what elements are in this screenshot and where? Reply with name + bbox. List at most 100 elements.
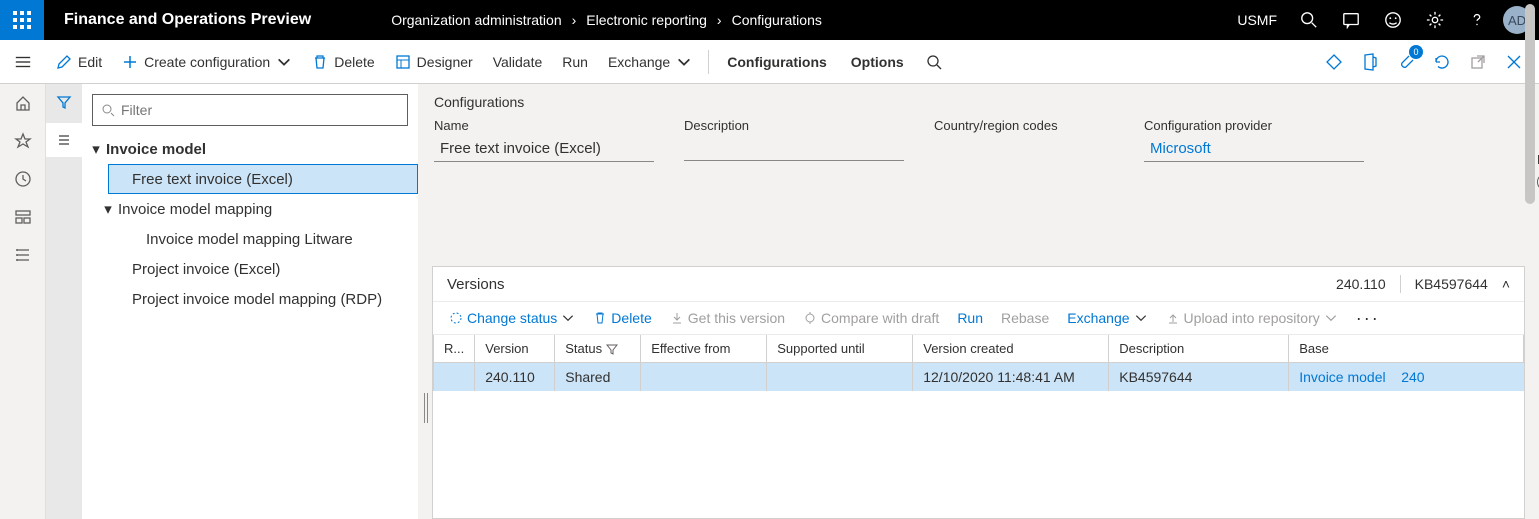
chat-icon[interactable] bbox=[1331, 0, 1371, 40]
base-link[interactable]: Invoice model bbox=[1299, 369, 1385, 385]
help-icon[interactable] bbox=[1457, 0, 1497, 40]
diamond-icon[interactable] bbox=[1319, 47, 1349, 77]
company-code[interactable]: USMF bbox=[1227, 12, 1287, 28]
provider-value[interactable]: Microsoft bbox=[1144, 137, 1364, 162]
tree-tab-strip bbox=[46, 84, 82, 519]
popout-icon[interactable] bbox=[1463, 47, 1493, 77]
nav-toggle-icon[interactable] bbox=[0, 40, 46, 84]
filter-field[interactable] bbox=[121, 102, 399, 118]
version-exchange-label: Exchange bbox=[1067, 310, 1129, 326]
scrollbar[interactable] bbox=[1525, 84, 1535, 519]
home-icon[interactable] bbox=[0, 84, 46, 122]
version-delete-label: Delete bbox=[611, 310, 651, 326]
col-version-created[interactable]: Version created bbox=[913, 335, 1109, 363]
cell-base: Invoice model 240 bbox=[1289, 363, 1524, 392]
version-run-button[interactable]: Run bbox=[951, 306, 989, 330]
refresh-icon[interactable] bbox=[1427, 47, 1457, 77]
designer-button[interactable]: Designer bbox=[385, 40, 483, 84]
edit-button[interactable]: Edit bbox=[46, 40, 112, 84]
modules-icon[interactable] bbox=[0, 236, 46, 274]
search-icon bbox=[101, 103, 115, 117]
find-button[interactable] bbox=[916, 40, 952, 84]
filter-icon[interactable] bbox=[56, 84, 72, 123]
tree-item-project-invoice-model-mapping-rdp[interactable]: Project invoice model mapping (RDP) bbox=[108, 284, 418, 314]
office-icon[interactable] bbox=[1355, 47, 1385, 77]
breadcrumb-item[interactable]: Organization administration bbox=[391, 12, 561, 28]
cell-status: Shared bbox=[555, 363, 641, 392]
tree-label: Invoice model bbox=[106, 141, 206, 158]
separator bbox=[1400, 275, 1401, 293]
action-bar: Edit Create configuration Delete Designe… bbox=[0, 40, 1539, 84]
delete-label: Delete bbox=[334, 54, 374, 70]
tree-item-project-invoice-excel[interactable]: Project invoice (Excel) bbox=[108, 254, 418, 284]
chevron-down-icon bbox=[1134, 311, 1148, 325]
exchange-button[interactable]: Exchange bbox=[598, 40, 702, 84]
splitter-handle[interactable] bbox=[423, 393, 429, 423]
attach-icon[interactable]: 0 bbox=[1391, 47, 1421, 77]
designer-label: Designer bbox=[417, 54, 473, 70]
breadcrumb-item[interactable]: Configurations bbox=[732, 12, 822, 28]
country-codes-value[interactable] bbox=[934, 137, 1114, 161]
create-configuration-button[interactable]: Create configuration bbox=[112, 40, 302, 84]
gear-icon[interactable] bbox=[1415, 0, 1455, 40]
tree-item-invoice-model-mapping[interactable]: ▾ Invoice model mapping bbox=[108, 194, 418, 224]
col-effective-from[interactable]: Effective from bbox=[641, 335, 767, 363]
breadcrumb-item[interactable]: Electronic reporting bbox=[586, 12, 707, 28]
cell-version: 240.110 bbox=[475, 363, 555, 392]
tree-item-invoice-model[interactable]: ▾ Invoice model bbox=[82, 134, 418, 164]
more-icon[interactable]: ··· bbox=[1350, 308, 1386, 329]
section-title: Configurations bbox=[418, 84, 1539, 110]
col-r[interactable]: R... bbox=[434, 335, 475, 363]
col-base[interactable]: Base bbox=[1289, 335, 1524, 363]
validate-button[interactable]: Validate bbox=[483, 40, 553, 84]
change-status-button[interactable]: Change status bbox=[443, 306, 581, 330]
run-button[interactable]: Run bbox=[552, 40, 598, 84]
tree-label: Project invoice (Excel) bbox=[132, 261, 280, 278]
search-icon[interactable] bbox=[1289, 0, 1329, 40]
provider-label: Configuration provider bbox=[1144, 118, 1364, 133]
col-supported-until[interactable]: Supported until bbox=[767, 335, 913, 363]
col-status[interactable]: Status bbox=[555, 335, 641, 363]
favorites-icon[interactable] bbox=[0, 122, 46, 160]
version-run-label: Run bbox=[957, 310, 983, 326]
tree-collapse-icon[interactable]: ▾ bbox=[98, 200, 118, 218]
delete-button[interactable]: Delete bbox=[302, 40, 384, 84]
col-description[interactable]: Description bbox=[1109, 335, 1289, 363]
versions-panel: Versions 240.110 KB4597644 ˄ Change stat… bbox=[432, 266, 1525, 519]
tree-collapse-icon[interactable]: ▾ bbox=[86, 140, 106, 158]
get-version-label: Get this version bbox=[688, 310, 785, 326]
base-version-link[interactable]: 240 bbox=[1401, 369, 1424, 385]
current-kb: KB4597644 bbox=[1415, 276, 1488, 292]
table-row[interactable]: 240.110 Shared 12/10/2020 11:48:41 AM KB… bbox=[434, 363, 1524, 392]
change-status-label: Change status bbox=[467, 310, 557, 326]
separator bbox=[708, 50, 709, 74]
name-label: Name bbox=[434, 118, 654, 133]
tree-filter-input[interactable] bbox=[92, 94, 408, 126]
app-title: Finance and Operations Preview bbox=[44, 11, 331, 29]
cell-description: KB4597644 bbox=[1109, 363, 1289, 392]
rebase-button: Rebase bbox=[995, 306, 1055, 330]
chevron-down-icon bbox=[561, 311, 575, 325]
name-value[interactable]: Free text invoice (Excel) bbox=[434, 137, 654, 162]
chevron-down-icon bbox=[676, 54, 692, 70]
chevron-right-icon: › bbox=[566, 12, 583, 28]
tree-tab-icon[interactable] bbox=[46, 123, 82, 157]
tree-label: Free text invoice (Excel) bbox=[132, 171, 293, 188]
edit-label: Edit bbox=[78, 54, 102, 70]
workspaces-icon[interactable] bbox=[0, 198, 46, 236]
recent-icon[interactable] bbox=[0, 160, 46, 198]
version-exchange-button[interactable]: Exchange bbox=[1061, 306, 1153, 330]
country-codes-label: Country/region codes bbox=[934, 118, 1114, 133]
tree-item-free-text-invoice[interactable]: Free text invoice (Excel) bbox=[108, 164, 418, 194]
versions-grid: R... Version Status Effective from Suppo… bbox=[433, 335, 1524, 391]
app-launcher-icon[interactable] bbox=[0, 0, 44, 40]
feedback-icon[interactable] bbox=[1373, 0, 1413, 40]
chevron-up-icon[interactable]: ˄ bbox=[1502, 276, 1510, 292]
version-delete-button[interactable]: Delete bbox=[587, 306, 657, 330]
tree-item-invoice-model-mapping-litware[interactable]: Invoice model mapping Litware bbox=[122, 224, 418, 254]
options-tab[interactable]: Options bbox=[839, 54, 916, 70]
tree-label: Project invoice model mapping (RDP) bbox=[132, 291, 382, 308]
description-value[interactable] bbox=[684, 137, 904, 161]
col-version[interactable]: Version bbox=[475, 335, 555, 363]
configurations-tab[interactable]: Configurations bbox=[715, 54, 839, 70]
